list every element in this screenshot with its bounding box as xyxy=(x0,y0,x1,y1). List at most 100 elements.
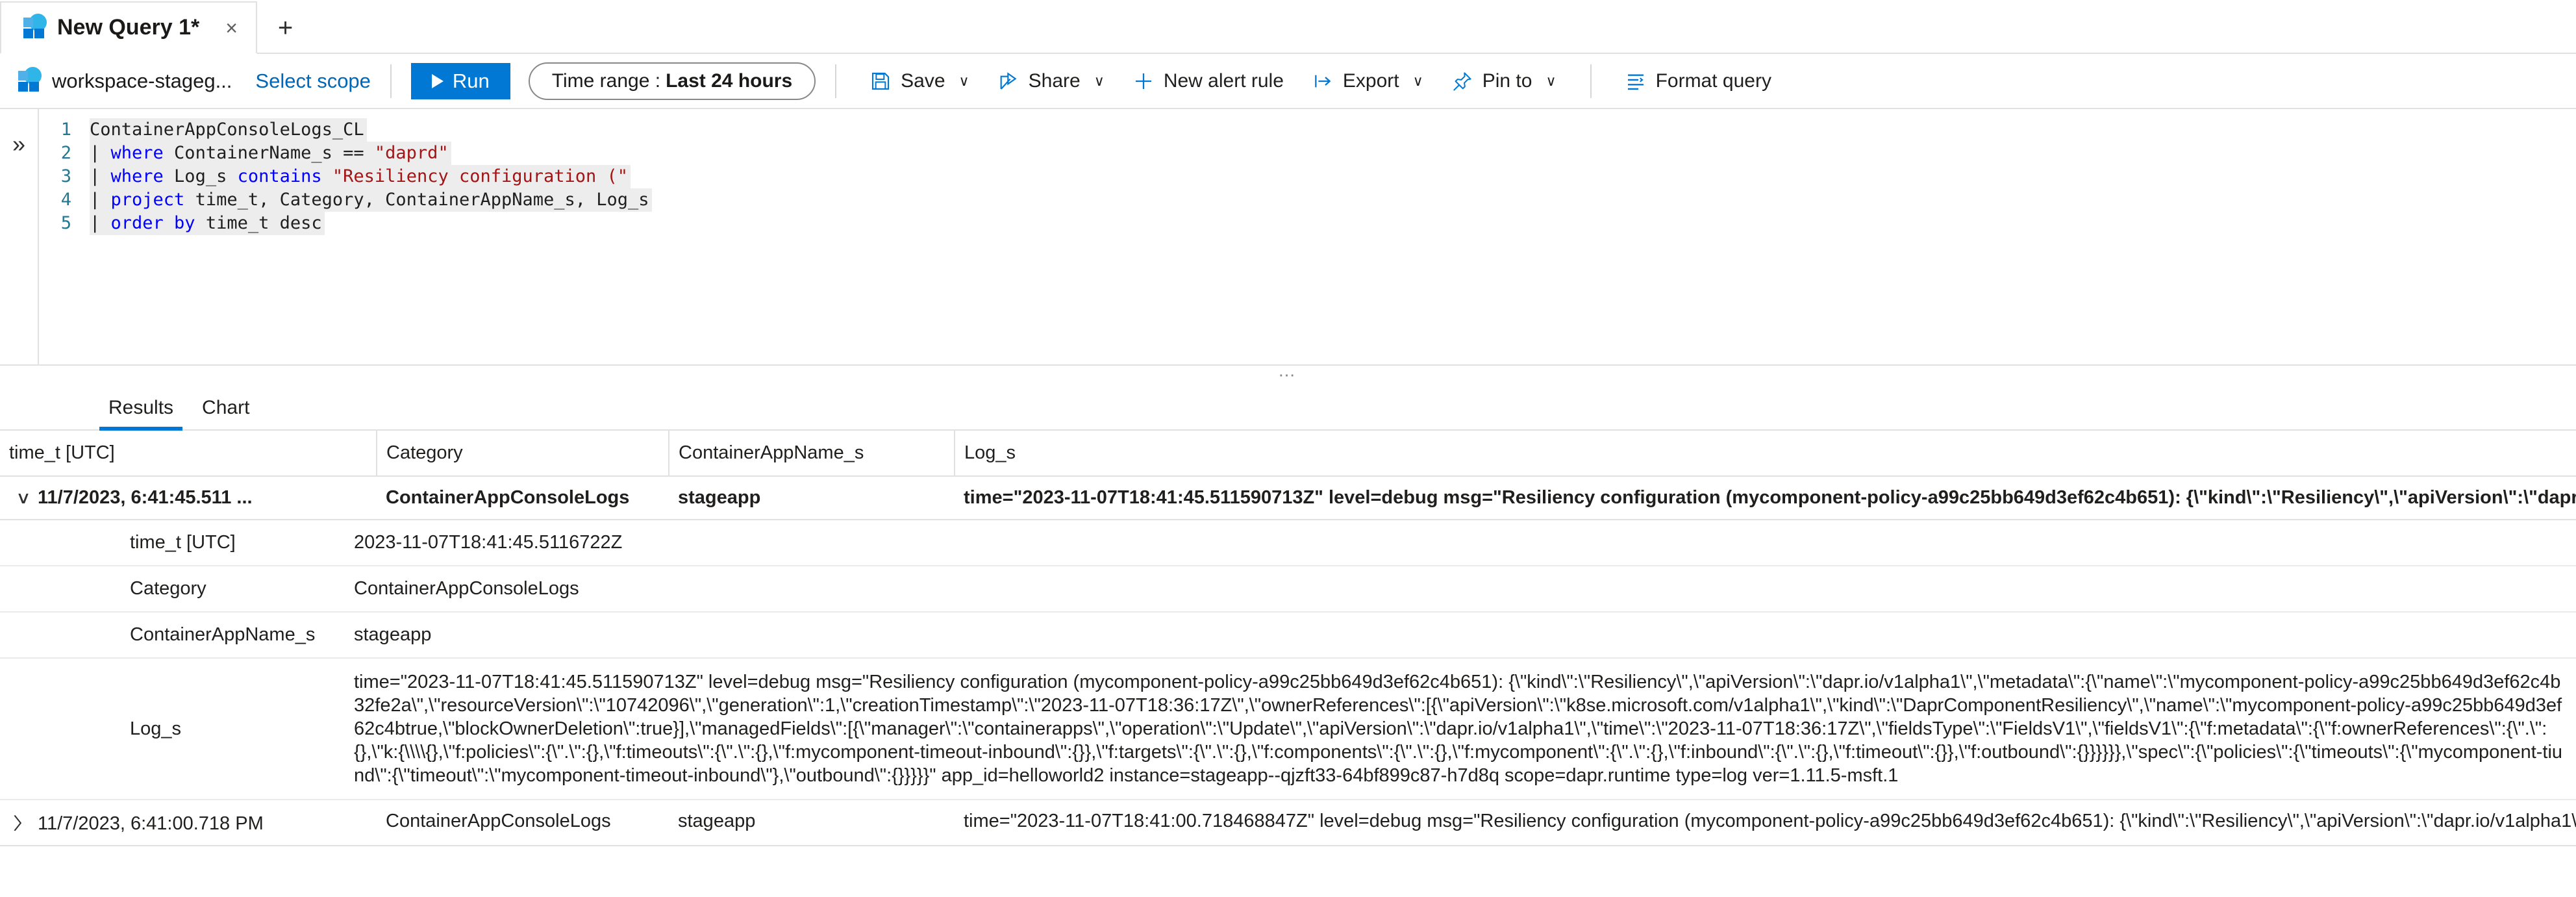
cell-log: time="2023-11-07T18:41:00.718468847Z" le… xyxy=(955,800,2576,846)
expand-sidebar-icon[interactable]: » xyxy=(12,133,25,364)
detail-row: ContainerAppName_s stageapp xyxy=(0,612,2576,659)
new-alert-rule-label: New alert rule xyxy=(1163,69,1284,92)
format-query-icon xyxy=(1627,73,1644,90)
table-row[interactable]: ∨ 11/7/2023, 6:41:45.511 ... ContainerAppC… xyxy=(0,476,2576,520)
time-range-label: Time range : xyxy=(551,69,661,92)
cell-app: stageapp xyxy=(669,800,955,846)
line-number: 3 xyxy=(60,166,71,186)
detail-value: ContainerAppConsoleLogs xyxy=(354,578,579,599)
time-range-picker[interactable]: Time range : Last 24 hours xyxy=(528,62,816,100)
chevron-right-icon[interactable]: 〉 xyxy=(6,811,42,835)
workspace-scope-name: workspace-stageg... xyxy=(52,69,232,92)
results-grid-body: ∨ 11/7/2023, 6:41:45.511 ... ContainerAppC… xyxy=(0,476,2576,846)
run-button[interactable]: Run xyxy=(410,62,510,99)
kql-query-editor[interactable]: 1 ContainerAppConsoleLogs_CL 2 | where Cont… xyxy=(39,109,2576,364)
detail-row: time_t [UTC] 2023-11-07T18:41:45.5116722Z xyxy=(0,520,2576,566)
workspace-scope-icon xyxy=(18,66,42,94)
time-range-value: Last 24 hours xyxy=(666,69,793,92)
tab-results[interactable]: Results xyxy=(94,397,188,431)
code-token: "daprd" xyxy=(374,143,449,163)
left-rail: » xyxy=(0,109,39,364)
detail-value-log: time="2023-11-07T18:41:45.511590713Z" le… xyxy=(354,672,2563,786)
export-label: Export xyxy=(1342,69,1399,92)
line-number: 2 xyxy=(60,143,71,163)
export-icon xyxy=(1315,75,1331,87)
code-token: | xyxy=(90,213,111,233)
column-header[interactable]: ContainerAppName_s xyxy=(669,431,955,477)
column-header[interactable]: Log_s xyxy=(955,431,2576,477)
results-grid: time_t [UTC] Category ContainerAppName_s Lo… xyxy=(0,431,2576,846)
query-tab-strip: New Query 1* × + xyxy=(0,0,2576,54)
cell-time-value: 11/7/2023, 6:41:00.718 PM xyxy=(38,813,264,834)
play-icon xyxy=(431,73,444,88)
cell-app: stageapp xyxy=(669,476,955,520)
new-alert-rule-button[interactable]: New alert rule xyxy=(1119,62,1298,101)
results-area: ⋯ Results Chart time_t [UTC] Category Conta… xyxy=(0,365,2576,846)
divider xyxy=(390,64,392,98)
save-icon xyxy=(872,72,890,90)
code-token: time_t, Category, ContainerAppName_s, Lo… xyxy=(184,190,649,210)
detail-row: Category ContainerAppConsoleLogs xyxy=(0,566,2576,613)
line-number: 1 xyxy=(60,120,71,140)
select-scope-link[interactable]: Select scope xyxy=(255,69,371,93)
code-line: 2 | where ContainerName_s == "daprd" xyxy=(39,142,2576,165)
code-text: ContainerAppConsoleLogs_CL xyxy=(90,118,367,142)
divider xyxy=(1590,64,1592,98)
close-icon[interactable]: × xyxy=(225,18,238,38)
detail-row-log: Log_s time="2023-11-07T18:41:45.511590713… xyxy=(0,658,2576,800)
save-button[interactable]: Save ∨ xyxy=(856,62,984,101)
detail-key: Category xyxy=(130,578,206,599)
code-token: | xyxy=(90,143,111,163)
column-header[interactable]: time_t [UTC] xyxy=(0,431,377,477)
code-text: | where Log_s contains "Resiliency confi… xyxy=(90,165,631,188)
results-tab-bar: Results Chart xyxy=(0,384,2576,431)
line-number: 5 xyxy=(60,213,71,233)
code-token: order by xyxy=(110,213,195,233)
plus-icon xyxy=(1135,73,1151,89)
code-line: 1 ContainerAppConsoleLogs_CL xyxy=(39,118,2576,142)
code-token: contains xyxy=(237,166,322,186)
detail-key: ContainerAppName_s xyxy=(130,624,316,645)
export-button[interactable]: Export ∨ xyxy=(1298,62,1438,101)
code-token: ContainerName_s == xyxy=(163,143,375,163)
cell-time-value: 11/7/2023, 6:41:45.511 ... xyxy=(38,487,253,508)
format-query-button[interactable]: Format query xyxy=(1611,62,1786,101)
add-tab-icon[interactable]: + xyxy=(257,15,314,41)
cell-log: time="2023-11-07T18:41:45.511590713Z" le… xyxy=(955,476,2576,520)
splitter-handle[interactable]: ⋯ xyxy=(0,365,2576,385)
cell-category: ContainerAppConsoleLogs xyxy=(377,800,669,846)
format-query-label: Format query xyxy=(1655,69,1771,92)
code-token: Log_s xyxy=(163,166,238,186)
code-token: | xyxy=(90,166,111,186)
pin-icon xyxy=(1453,71,1471,91)
results-grid-header: time_t [UTC] Category ContainerAppName_s Lo… xyxy=(0,431,2576,477)
table-row[interactable]: 〉 11/7/2023, 6:41:00.718 PM ContainerAppCo… xyxy=(0,800,2576,846)
save-label: Save xyxy=(901,69,945,92)
code-token: | xyxy=(90,190,111,210)
code-token: "Resiliency configuration (" xyxy=(332,166,629,186)
cell-category: ContainerAppConsoleLogs xyxy=(377,476,669,520)
share-label: Share xyxy=(1028,69,1081,92)
code-line: 3 | where Log_s contains "Resiliency conf… xyxy=(39,165,2576,188)
command-bar: workspace-stageg... Select scope Run Tim… xyxy=(0,54,2576,109)
chevron-down-icon: ∨ xyxy=(958,72,969,89)
code-line: 4 | project time_t, Category, ContainerAp… xyxy=(39,188,2576,212)
chevron-down-icon[interactable]: ∨ xyxy=(6,488,42,508)
share-icon xyxy=(1000,71,1017,90)
cell-time: 〉 11/7/2023, 6:41:00.718 PM xyxy=(0,800,377,846)
query-tab-title: New Query 1* xyxy=(57,15,200,40)
code-text: | order by time_t desc xyxy=(90,212,325,235)
pin-to-label: Pin to xyxy=(1482,69,1532,92)
pin-to-button[interactable]: Pin to ∨ xyxy=(1438,62,1571,101)
column-header[interactable]: Category xyxy=(377,431,669,477)
cell-time: ∨ 11/7/2023, 6:41:45.511 ... xyxy=(0,476,377,520)
share-button[interactable]: Share ∨ xyxy=(984,62,1119,101)
query-tab[interactable]: New Query 1* × xyxy=(0,1,257,54)
detail-value: 2023-11-07T18:41:45.5116722Z xyxy=(354,532,623,553)
code-text: | where ContainerName_s == "daprd" xyxy=(90,142,451,165)
detail-key: Log_s xyxy=(130,718,182,739)
divider xyxy=(835,64,837,98)
detail-key: time_t [UTC] xyxy=(130,532,236,553)
detail-value: stageapp xyxy=(354,624,432,645)
tab-chart[interactable]: Chart xyxy=(188,397,264,429)
